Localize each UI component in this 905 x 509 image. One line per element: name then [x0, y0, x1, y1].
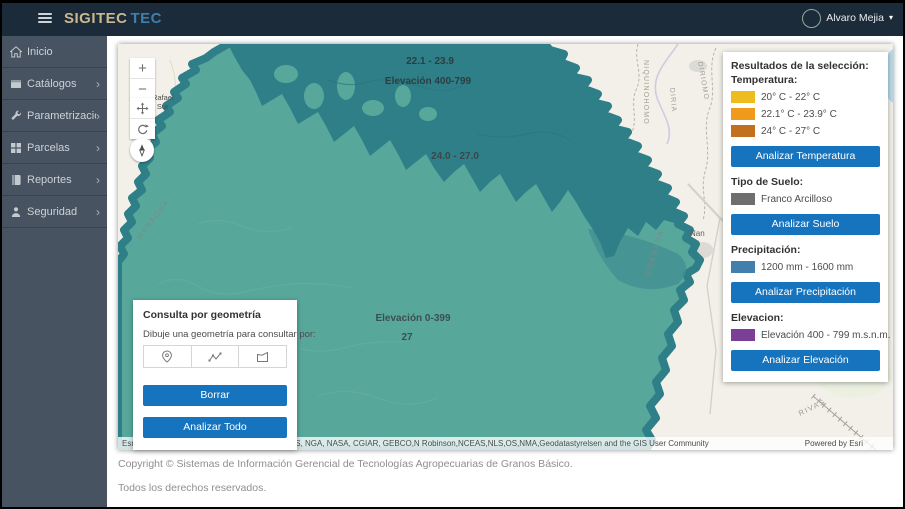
- polyline-tool-icon: [208, 351, 222, 363]
- legend-label: 24° C - 27° C: [761, 126, 820, 137]
- legend-label: Franco Arcilloso: [761, 194, 832, 205]
- footer-rights: Todos los derechos reservados.: [118, 482, 266, 494]
- catalog-icon: [10, 78, 27, 90]
- geometry-query-panel: Consulta por geometría Dibuje una geomet…: [133, 300, 297, 450]
- sidebar-item-label: Inicio: [27, 46, 100, 58]
- compass-needle-icon: [135, 143, 149, 157]
- legend-row: Elevación 400 - 799 m.s.n.m.: [731, 329, 880, 341]
- sidebar-item-reportes[interactable]: Reportes ›: [0, 164, 107, 196]
- analyze-elevation-button[interactable]: Analizar Elevación: [731, 350, 880, 371]
- user-name: Alvaro Mejia: [826, 12, 884, 24]
- app-screen: SIGITECTEC Alvaro Mejia ▾ Inicio Catálog…: [0, 0, 905, 509]
- elevation-swatch: [731, 329, 755, 341]
- analyze-temperature-button[interactable]: Analizar Temperatura: [731, 146, 880, 167]
- legend-label: 20° C - 22° C: [761, 92, 820, 103]
- map-zone-label: 24.0 - 27.0: [431, 151, 479, 162]
- draw-tool-row: [143, 345, 287, 368]
- temperature-swatch-3: [731, 125, 755, 137]
- rotate-icon[interactable]: [130, 118, 155, 139]
- pan-rotate-control: [130, 98, 155, 139]
- sidebar-item-label: Parcelas: [27, 142, 96, 154]
- geometry-panel-title: Consulta por geometría: [143, 309, 287, 321]
- compass-button[interactable]: [130, 138, 154, 162]
- brand-primary: SIGITEC: [64, 10, 128, 27]
- map-canvas[interactable]: 22.1 - 23.9 Elevación 400-799 24.0 - 27.…: [118, 44, 893, 450]
- sidebar-item-seguridad[interactable]: Seguridad ›: [0, 196, 107, 228]
- sidebar-item-label: Seguridad: [27, 206, 96, 218]
- temperature-swatch-2: [731, 108, 755, 120]
- map-place-label: NIQUINOHOMO: [642, 60, 649, 125]
- chevron-right-icon: ›: [96, 109, 100, 123]
- sidebar-item-label: Reportes: [27, 174, 96, 186]
- analyze-all-button[interactable]: Analizar Todo: [143, 417, 287, 438]
- sidebar-item-catalogos[interactable]: Catálogos ›: [0, 68, 107, 100]
- top-navbar: SIGITECTEC Alvaro Mejia ▾: [0, 0, 905, 36]
- brand-secondary: TEC: [131, 10, 163, 27]
- legend-label: 22.1° C - 23.9° C: [761, 109, 837, 120]
- zoom-out-button[interactable]: −: [130, 78, 155, 99]
- app-logo[interactable]: SIGITECTEC: [64, 10, 162, 27]
- map-zone-label: Elevación 400-799: [385, 76, 472, 87]
- sidebar: Inicio Catálogos › Parametrización › Par…: [0, 36, 107, 509]
- temperature-heading: Temperatura:: [731, 74, 880, 86]
- sidebar-item-label: Parametrización: [27, 110, 96, 122]
- legend-label: 1200 mm - 1600 mm: [761, 262, 853, 273]
- pan-move-icon[interactable]: [130, 98, 155, 118]
- map-place-label: Rafael: [152, 93, 174, 102]
- zoom-in-button[interactable]: +: [130, 58, 155, 78]
- clear-button[interactable]: Borrar: [143, 385, 287, 406]
- legend-label: Elevación 400 - 799 m.s.n.m.: [761, 330, 891, 341]
- analyze-soil-button[interactable]: Analizar Suelo: [731, 214, 880, 235]
- precipitation-swatch: [731, 261, 755, 273]
- polygon-tool-icon: [256, 351, 269, 363]
- point-tool-button[interactable]: [144, 346, 191, 367]
- sidebar-item-parametrizacion[interactable]: Parametrización ›: [0, 100, 107, 132]
- results-panel-title: Resultados de la selección:: [731, 60, 880, 72]
- temperature-swatch-1: [731, 91, 755, 103]
- zoom-control: + −: [130, 58, 155, 99]
- sidebar-item-inicio[interactable]: Inicio: [0, 36, 107, 68]
- sidebar-item-label: Catálogos: [27, 78, 96, 90]
- map-place-label: Nan: [690, 229, 705, 238]
- legend-row: 20° C - 22° C: [731, 91, 880, 103]
- grid-icon: [10, 142, 27, 154]
- legend-row: 22.1° C - 23.9° C: [731, 108, 880, 120]
- map-zone-label: 27: [401, 332, 413, 343]
- wrench-icon: [10, 110, 27, 122]
- report-icon: [10, 174, 27, 186]
- chevron-down-icon: ▾: [889, 14, 893, 22]
- legend-row: Franco Arcilloso: [731, 193, 880, 205]
- precipitation-heading: Precipitación:: [731, 244, 880, 256]
- chevron-right-icon: ›: [96, 77, 100, 91]
- map-zone-label: 22.1 - 23.9: [406, 56, 454, 67]
- chevron-right-icon: ›: [96, 173, 100, 187]
- point-tool-icon: [161, 350, 173, 363]
- soil-heading: Tipo de Suelo:: [731, 176, 880, 188]
- home-icon: [10, 46, 27, 58]
- polygon-tool-button[interactable]: [238, 346, 286, 367]
- elevation-heading: Elevacion:: [731, 312, 880, 324]
- soil-swatch: [731, 193, 755, 205]
- hamburger-menu-icon[interactable]: [38, 13, 52, 23]
- footer-copyright: Copyright © Sistemas de Información Gere…: [118, 458, 573, 470]
- geometry-panel-subtitle: Dibuje una geometría para consultar por:: [143, 329, 287, 340]
- sidebar-item-parcelas[interactable]: Parcelas ›: [0, 132, 107, 164]
- legend-row: 1200 mm - 1600 mm: [731, 261, 880, 273]
- analyze-precipitation-button[interactable]: Analizar Precipitación: [731, 282, 880, 303]
- legend-row: 24° C - 27° C: [731, 125, 880, 137]
- polyline-tool-button[interactable]: [191, 346, 239, 367]
- chevron-right-icon: ›: [96, 205, 100, 219]
- chevron-right-icon: ›: [96, 141, 100, 155]
- user-menu[interactable]: Alvaro Mejia ▾: [802, 9, 893, 28]
- user-icon: [10, 206, 27, 218]
- selection-results-panel: Resultados de la selección: Temperatura:…: [723, 52, 888, 382]
- avatar: [802, 9, 821, 28]
- powered-by-esri: Powered by Esri: [805, 439, 863, 448]
- map-zone-label: Elevación 0-399: [375, 313, 450, 324]
